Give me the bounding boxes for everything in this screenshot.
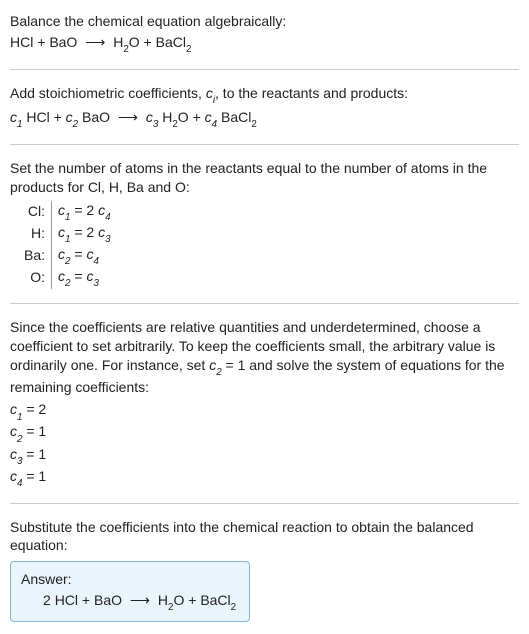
- element-equation: c1 = 2 c4: [52, 201, 117, 223]
- c1: c1: [10, 109, 22, 125]
- section-solve: Since the coefficients are relative quan…: [10, 314, 519, 493]
- c4: c4: [205, 109, 217, 125]
- element-equation: c2 = c4: [52, 245, 117, 267]
- atom-balance-table: Cl: c1 = 2 c4 H: c1 = 2 c3 Ba: c2 = c4 O…: [18, 201, 117, 289]
- substitute-text: Substitute the coefficients into the che…: [10, 518, 519, 556]
- element-equation: c1 = 2 c3: [52, 223, 117, 245]
- plus: +: [33, 34, 49, 50]
- element-label: Cl:: [18, 201, 52, 223]
- reactant-hcl: HCl: [10, 34, 33, 50]
- answer-box: Answer: 2 HCl + BaO ⟶ H2O + BaCl2: [10, 561, 250, 622]
- product-h2o: H2O: [113, 34, 139, 50]
- coeff-line: c3 = 1: [10, 445, 519, 467]
- reaction-arrow-icon: ⟶: [114, 109, 142, 125]
- divider: [10, 69, 519, 70]
- coeff-line: c1 = 2: [10, 400, 519, 422]
- reaction-arrow-icon: ⟶: [81, 34, 109, 50]
- atom-balance-text: Set the number of atoms in the reactants…: [10, 159, 519, 197]
- balanced-equation: 2 HCl + BaO ⟶ H2O + BaCl2: [21, 591, 239, 613]
- solve-text: Since the coefficients are relative quan…: [10, 318, 519, 397]
- add-coeff-text: Add stoichiometric coefficients, ci, to …: [10, 84, 519, 106]
- unbalanced-equation: HCl + BaO ⟶ H2O + BaCl2: [10, 33, 519, 55]
- c2: c2: [66, 109, 78, 125]
- answer-label: Answer:: [21, 570, 239, 589]
- section-balance-intro: Balance the chemical equation algebraica…: [10, 8, 519, 59]
- coeff-line: c4 = 1: [10, 467, 519, 489]
- element-label: H:: [18, 223, 52, 245]
- section-atom-balance: Set the number of atoms in the reactants…: [10, 155, 519, 293]
- element-label: O:: [18, 267, 52, 289]
- table-row: Ba: c2 = c4: [18, 245, 117, 267]
- coefficient-solutions: c1 = 2 c2 = 1 c3 = 1 c4 = 1: [10, 400, 519, 488]
- element-label: Ba:: [18, 245, 52, 267]
- divider: [10, 503, 519, 504]
- product-bacl2: BaCl2: [156, 34, 192, 50]
- reactant-bao: BaO: [49, 34, 77, 50]
- table-row: H: c1 = 2 c3: [18, 223, 117, 245]
- reaction-arrow-icon: ⟶: [126, 592, 154, 608]
- table-row: O: c2 = c3: [18, 267, 117, 289]
- intro-text: Balance the chemical equation algebraica…: [10, 12, 519, 31]
- section-substitute: Substitute the coefficients into the che…: [10, 514, 519, 627]
- c3: c3: [146, 109, 158, 125]
- divider: [10, 144, 519, 145]
- element-equation: c2 = c3: [52, 267, 117, 289]
- section-add-coefficients: Add stoichiometric coefficients, ci, to …: [10, 80, 519, 134]
- coeff-line: c2 = 1: [10, 422, 519, 444]
- ci-symbol: ci: [206, 85, 215, 101]
- divider: [10, 303, 519, 304]
- coeff-equation: c1 HCl + c2 BaO ⟶ c3 H2O + c4 BaCl2: [10, 108, 519, 130]
- table-row: Cl: c1 = 2 c4: [18, 201, 117, 223]
- plus: +: [140, 34, 156, 50]
